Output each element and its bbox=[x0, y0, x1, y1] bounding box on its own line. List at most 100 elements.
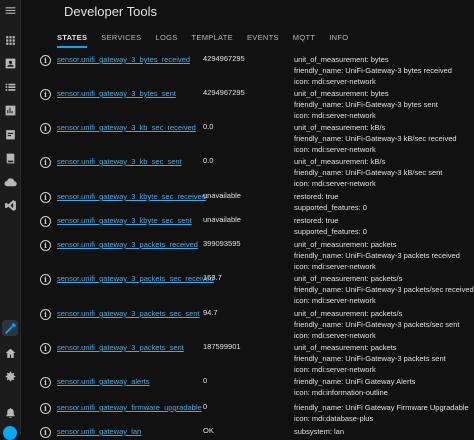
app-header: Developer Tools STATES SERVICES LOGS TEM… bbox=[21, 0, 474, 48]
attribute-line: unit_of_measurement: packets bbox=[294, 240, 397, 249]
attribute-line: friendly_name: UniFi-Gateway-3 packets/s… bbox=[294, 320, 460, 329]
info-icon[interactable]: i bbox=[40, 157, 51, 168]
info-icon[interactable]: i bbox=[40, 343, 51, 354]
attribute-line: restored: true bbox=[294, 216, 339, 225]
attributes: unit_of_measurement: packets friendly_nam… bbox=[294, 239, 460, 272]
hammer-icon[interactable] bbox=[2, 320, 18, 336]
account-box-icon[interactable] bbox=[2, 55, 18, 71]
info-icon[interactable]: i bbox=[40, 216, 51, 227]
state-value: 399093595 bbox=[203, 239, 241, 248]
attribute-line: supported_features: 0 bbox=[294, 227, 367, 236]
chart-icon[interactable] bbox=[2, 102, 18, 118]
settings-icon[interactable] bbox=[2, 368, 18, 384]
avatar[interactable] bbox=[3, 426, 17, 440]
attribute-line: friendly_name: UniFi-Gateway-3 packets/s… bbox=[294, 285, 474, 294]
attributes: restored: true supported_features: 0 bbox=[294, 215, 367, 237]
attribute-line: icon: mdi:server-network bbox=[294, 111, 376, 120]
attribute-line: friendly_name: UniFi-Gateway-3 bytes sen… bbox=[294, 100, 438, 109]
attribute-line: friendly_name: UniFi-Gateway-3 packets s… bbox=[294, 354, 446, 363]
attributes: unit_of_measurement: packets/s friendly_n… bbox=[294, 273, 474, 306]
tab-states[interactable]: STATES bbox=[57, 32, 88, 48]
info-icon[interactable]: i bbox=[40, 240, 51, 251]
attribute-line: friendly_name: UniFi-Gateway-3 bytes rec… bbox=[294, 66, 452, 75]
entity-link[interactable]: sensor.unifi_gateway_3_kbyte_sec_sent bbox=[57, 216, 192, 225]
tab-info[interactable]: INFO bbox=[329, 32, 348, 48]
grid-icon[interactable] bbox=[2, 32, 18, 48]
entity-link[interactable]: sensor.unifi_gateway_lan bbox=[57, 427, 141, 436]
attribute-line: icon: mdi:database-plus bbox=[294, 414, 374, 423]
info-icon[interactable]: i bbox=[40, 403, 51, 414]
attribute-line: friendly_name: UniFi-Gateway-3 kB/sec se… bbox=[294, 168, 443, 177]
attribute-line: icon: mdi:server-network bbox=[294, 179, 376, 188]
info-icon[interactable]: i bbox=[40, 427, 51, 438]
info-icon[interactable]: i bbox=[40, 377, 51, 388]
bell-icon[interactable] bbox=[2, 404, 18, 420]
tab-events[interactable]: EVENTS bbox=[247, 32, 279, 48]
tab-mqtt[interactable]: MQTT bbox=[293, 32, 315, 48]
attribute-line: icon: mdi:server-network bbox=[294, 77, 376, 86]
info-icon[interactable]: i bbox=[40, 274, 51, 285]
page-title: Developer Tools bbox=[64, 4, 157, 19]
state-value: unavailable bbox=[203, 215, 241, 224]
state-value: unavailable bbox=[203, 191, 241, 200]
attribute-line: icon: mdi:server-network bbox=[294, 145, 376, 154]
state-value: 0.0 bbox=[203, 156, 214, 165]
attribute-line: icon: mdi:information-outline bbox=[294, 388, 388, 397]
tab-bar: STATES SERVICES LOGS TEMPLATE EVENTS MQT… bbox=[57, 32, 362, 48]
state-value: 153.7 bbox=[203, 273, 222, 282]
attribute-line: unit_of_measurement: packets/s bbox=[294, 274, 403, 283]
info-icon[interactable]: i bbox=[40, 309, 51, 320]
attribute-line: icon: mdi:server-network bbox=[294, 365, 376, 374]
attributes: unit_of_measurement: kB/s friendly_name: … bbox=[294, 156, 442, 189]
entity-link[interactable]: sensor.unifi_gateway_3_kb_sec_received bbox=[57, 123, 196, 132]
entity-link[interactable]: sensor.unifi_gateway_firmware_upgradable bbox=[57, 403, 202, 412]
sidebar bbox=[0, 0, 21, 440]
attributes: restored: true supported_features: 0 bbox=[294, 191, 367, 213]
entity-link[interactable]: sensor.unifi_gateway_3_kbyte_sec_receive… bbox=[57, 192, 206, 201]
attribute-line: supported_features: 0 bbox=[294, 203, 367, 212]
info-icon[interactable]: i bbox=[40, 192, 51, 203]
list-icon[interactable] bbox=[2, 79, 18, 95]
attribute-line: restored: true bbox=[294, 192, 339, 201]
entity-link[interactable]: sensor.unifi_gateway_3_bytes_sent bbox=[57, 89, 176, 98]
tab-template[interactable]: TEMPLATE bbox=[192, 32, 233, 48]
calendar-icon[interactable] bbox=[2, 126, 18, 142]
entity-link[interactable]: sensor.unifi_gateway_3_bytes_received bbox=[57, 55, 190, 64]
tab-services[interactable]: SERVICES bbox=[101, 32, 141, 48]
cloud-icon[interactable] bbox=[2, 174, 18, 190]
info-icon[interactable]: i bbox=[40, 89, 51, 100]
attribute-line: friendly_name: UniFi-Gateway-3 packets r… bbox=[294, 251, 460, 260]
state-value: 187599901 bbox=[203, 342, 241, 351]
attributes: unit_of_measurement: packets/s friendly_n… bbox=[294, 308, 460, 341]
attribute-line: friendly_name: UniFi-Gateway-3 kB/sec re… bbox=[294, 134, 457, 143]
state-value: 4294967295 bbox=[203, 88, 245, 97]
entity-link[interactable]: sensor.unifi_gateway_3_packets_sec_recei… bbox=[57, 274, 214, 283]
info-icon[interactable]: i bbox=[40, 55, 51, 66]
attribute-line: unit_of_measurement: kB/s bbox=[294, 123, 386, 132]
attribute-line: unit_of_measurement: packets bbox=[294, 343, 397, 352]
attribute-line: icon: mdi:server-network bbox=[294, 331, 376, 340]
state-value: 4294967295 bbox=[203, 54, 245, 63]
attributes: unit_of_measurement: kB/s friendly_name: … bbox=[294, 122, 457, 155]
state-value: 0 bbox=[203, 376, 208, 385]
state-value: 0.0 bbox=[203, 122, 214, 131]
entity-link[interactable]: sensor.unifi_gateway_3_kb_sec_sent bbox=[57, 157, 182, 166]
attributes: unit_of_measurement: bytes friendly_name:… bbox=[294, 54, 452, 87]
attribute-line: icon: mdi:server-network bbox=[294, 262, 376, 271]
entity-link[interactable]: sensor.unifi_gateway_3_packets_sent bbox=[57, 343, 184, 352]
entity-link[interactable]: sensor.unifi_gateway_alerts bbox=[57, 377, 150, 386]
attribute-line: unit_of_measurement: bytes bbox=[294, 55, 389, 64]
attributes: unit_of_measurement: bytes friendly_name:… bbox=[294, 88, 438, 121]
attributes: unit_of_measurement: packets friendly_nam… bbox=[294, 342, 446, 375]
attribute-line: unit_of_measurement: bytes bbox=[294, 89, 389, 98]
attribute-line: unit_of_measurement: kB/s bbox=[294, 157, 386, 166]
menu-icon[interactable] bbox=[2, 2, 18, 18]
vscode-icon[interactable] bbox=[2, 197, 18, 213]
state-value: 94.7 bbox=[203, 308, 218, 317]
tab-logs[interactable]: LOGS bbox=[155, 32, 177, 48]
info-icon[interactable]: i bbox=[40, 123, 51, 134]
entity-link[interactable]: sensor.unifi_gateway_3_packets_sec_sent bbox=[57, 309, 200, 318]
book-icon[interactable] bbox=[2, 150, 18, 166]
entity-link[interactable]: sensor.unifi_gateway_3_packets_received bbox=[57, 240, 198, 249]
home-gear-icon[interactable] bbox=[2, 345, 18, 361]
